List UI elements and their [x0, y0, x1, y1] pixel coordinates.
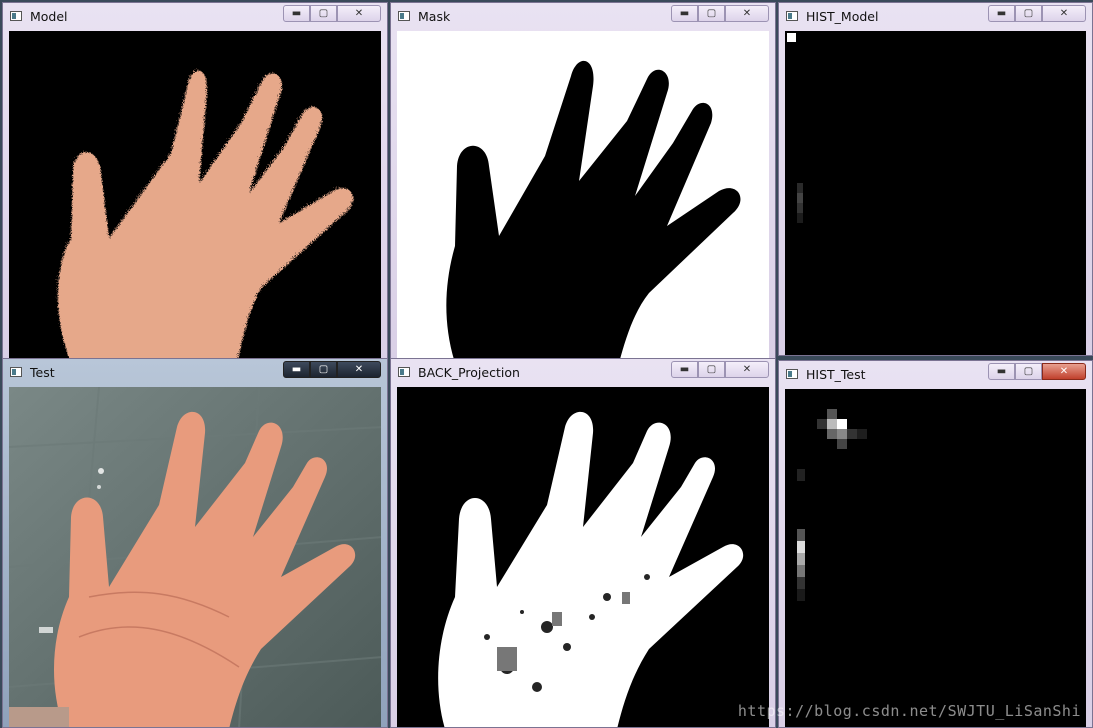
hist-bin — [837, 429, 847, 439]
back-projection-image — [397, 387, 769, 727]
watermark: https://blog.csdn.net/SWJTU_LiSanShi — [737, 702, 1081, 720]
titlebar-back-projection[interactable]: BACK_Projection ▬ ▢ ✕ — [391, 359, 775, 385]
hist-bin — [797, 541, 805, 553]
app-icon — [10, 11, 22, 21]
window-hist-model[interactable]: HIST_Model ▬ ▢ ✕ — [778, 2, 1093, 356]
minimize-button[interactable]: ▬ — [283, 361, 310, 378]
hist-bin — [827, 419, 837, 429]
hist-bin — [797, 203, 803, 213]
maximize-button[interactable]: ▢ — [1015, 363, 1042, 380]
app-icon — [398, 367, 410, 377]
hist-bin — [797, 469, 805, 481]
hist-bin — [847, 429, 857, 439]
mask-image — [397, 31, 769, 361]
titlebar-hist-test[interactable]: HIST_Test ▬ ▢ ✕ — [779, 361, 1092, 387]
window-title-test: Test — [30, 365, 55, 380]
hist-bin — [797, 565, 805, 577]
app-icon — [786, 369, 798, 379]
minimize-button[interactable]: ▬ — [671, 5, 698, 22]
hist-bin — [837, 419, 847, 429]
maximize-button[interactable]: ▢ — [698, 361, 725, 378]
window-title-back-projection: BACK_Projection — [418, 365, 520, 380]
hist-bin — [797, 213, 803, 223]
hist-bin — [817, 419, 827, 429]
app-icon — [786, 11, 798, 21]
minimize-button[interactable]: ▬ — [988, 363, 1015, 380]
close-button[interactable]: ✕ — [337, 361, 381, 378]
app-icon — [398, 11, 410, 21]
window-back-projection[interactable]: BACK_Projection ▬ ▢ ✕ — [390, 358, 776, 728]
hist-bin — [797, 183, 803, 193]
hist-model-image — [785, 31, 1086, 355]
hist-bin — [797, 577, 805, 589]
hist-bin — [827, 409, 837, 419]
test-image — [9, 387, 381, 727]
minimize-button[interactable]: ▬ — [671, 361, 698, 378]
maximize-button[interactable]: ▢ — [310, 361, 337, 378]
window-title-model: Model — [30, 9, 68, 24]
maximize-button[interactable]: ▢ — [698, 5, 725, 22]
close-button[interactable]: ✕ — [337, 5, 381, 22]
minimize-button[interactable]: ▬ — [283, 5, 310, 22]
window-mask[interactable]: Mask ▬ ▢ ✕ — [390, 2, 776, 362]
window-test[interactable]: Test ▬ ▢ ✕ — [2, 358, 388, 728]
hist-test-image — [785, 389, 1086, 727]
close-button[interactable]: ✕ — [725, 5, 769, 22]
titlebar-mask[interactable]: Mask ▬ ▢ ✕ — [391, 3, 775, 29]
titlebar-test[interactable]: Test ▬ ▢ ✕ — [3, 359, 387, 385]
hist-bin — [837, 439, 847, 449]
hist-bin — [797, 529, 805, 541]
hist-bin — [857, 429, 867, 439]
titlebar-hist-model[interactable]: HIST_Model ▬ ▢ ✕ — [779, 3, 1092, 29]
hist-bin — [787, 33, 796, 42]
maximize-button[interactable]: ▢ — [310, 5, 337, 22]
app-icon — [10, 367, 22, 377]
window-title-mask: Mask — [418, 9, 451, 24]
model-image — [9, 31, 381, 361]
window-model[interactable]: Model ▬ ▢ ✕ — [2, 2, 388, 362]
window-title-hist-test: HIST_Test — [806, 367, 866, 382]
titlebar-model[interactable]: Model ▬ ▢ ✕ — [3, 3, 387, 29]
hist-bin — [797, 553, 805, 565]
hist-bin — [797, 193, 803, 203]
maximize-button[interactable]: ▢ — [1015, 5, 1042, 22]
close-button[interactable]: ✕ — [1042, 5, 1086, 22]
minimize-button[interactable]: ▬ — [988, 5, 1015, 22]
close-button[interactable]: ✕ — [1042, 363, 1086, 380]
hist-bin — [797, 589, 805, 601]
hist-bin — [827, 429, 837, 439]
window-hist-test[interactable]: HIST_Test ▬ ▢ ✕ — [778, 360, 1093, 728]
close-button[interactable]: ✕ — [725, 361, 769, 378]
window-title-hist-model: HIST_Model — [806, 9, 879, 24]
